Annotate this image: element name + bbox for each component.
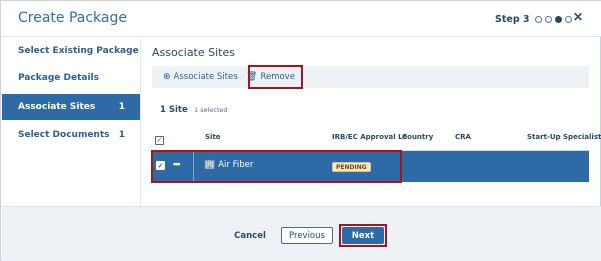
sidebar-item-label: Select Existing Package: [18, 46, 139, 56]
row-highlight-outline: [151, 150, 402, 183]
column-header-irb-approval[interactable]: IRB/EC Approval Le: [332, 133, 407, 141]
site-count: 1 Site: [160, 105, 188, 115]
dialog-footer: Cancel Previous Next: [2, 206, 601, 261]
step-dot-3: [554, 15, 562, 23]
column-header-cra[interactable]: CRA: [455, 133, 471, 141]
sidebar-item-package-details[interactable]: Package Details: [2, 65, 140, 91]
sidebar-divider: [140, 38, 141, 206]
associate-sites-button[interactable]: ⊕ Associate Sites: [163, 69, 238, 85]
dialog-header: Create Package Step 3 ✕: [1, 1, 601, 37]
step-indicator: Step 3: [495, 12, 575, 26]
wizard-sidebar: Select Existing Package Package Details …: [2, 38, 140, 206]
step-label: Step 3: [495, 13, 530, 25]
select-all-checkbox[interactable]: ✓: [155, 136, 164, 145]
step-dot-2: [544, 15, 552, 23]
close-icon[interactable]: ✕: [573, 10, 583, 24]
sidebar-item-count: 1: [118, 130, 125, 140]
section-title: Associate Sites: [152, 46, 235, 59]
package-dialog: Create Package Step 3 ✕ Select Existing …: [0, 0, 601, 261]
main-panel: Associate Sites ⊕ Associate Sites 🗑 Remo…: [142, 38, 601, 206]
previous-button[interactable]: Previous: [281, 227, 333, 244]
column-header-country[interactable]: Country: [402, 133, 433, 141]
column-header-site[interactable]: Site: [205, 133, 221, 141]
remove-highlight-outline: [248, 65, 303, 89]
cancel-button[interactable]: Cancel: [228, 227, 272, 244]
sidebar-item-label: Package Details: [18, 73, 99, 83]
selected-count: 1 selected: [194, 106, 228, 114]
sidebar-item-associate-sites[interactable]: Associate Sites 1: [2, 94, 140, 120]
sidebar-item-select-existing-package[interactable]: Select Existing Package: [2, 38, 140, 64]
associate-sites-label: Associate Sites: [173, 72, 238, 82]
sidebar-item-label: Associate Sites: [18, 102, 96, 112]
step-dot-1: [534, 15, 542, 23]
dialog-title: Create Package: [18, 10, 127, 26]
column-header-startup-specialist[interactable]: Start-Up Specialist: [527, 133, 601, 141]
next-highlight-outline: [339, 224, 387, 247]
sidebar-item-label: Select Documents: [18, 130, 110, 140]
plus-circle-icon: ⊕: [163, 72, 171, 82]
step-dot-4: [564, 15, 572, 23]
sidebar-item-select-documents[interactable]: Select Documents 1: [2, 122, 140, 148]
sidebar-item-count: 1: [118, 102, 125, 112]
sites-toolbar: ⊕ Associate Sites 🗑 Remove: [152, 65, 589, 89]
